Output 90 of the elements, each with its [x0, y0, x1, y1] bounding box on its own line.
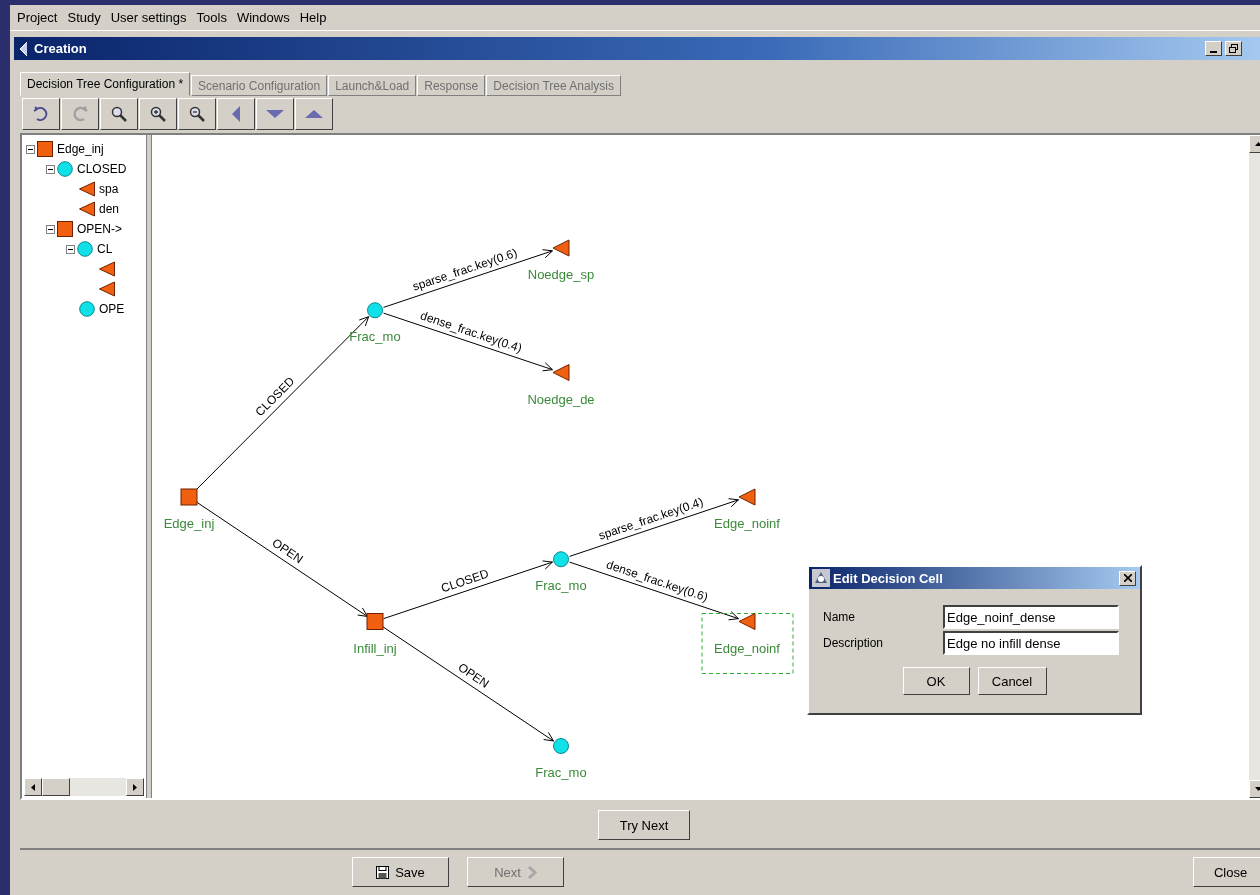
- search-icon: [110, 105, 128, 123]
- menu-item[interactable]: Windows: [231, 10, 295, 25]
- window-title: Creation: [34, 41, 88, 56]
- zoom-out-button[interactable]: [178, 98, 216, 130]
- collapse-toggle[interactable]: [46, 164, 55, 174]
- left-button[interactable]: [217, 98, 255, 130]
- try-next-button[interactable]: Try Next: [598, 810, 690, 840]
- minus-icon: [68, 248, 73, 250]
- down-arrow-icon: [1254, 787, 1260, 791]
- app-icon: [812, 569, 830, 587]
- zoom-in-icon: [149, 105, 167, 123]
- square-node-icon: [57, 221, 73, 237]
- minus-icon: [48, 168, 53, 170]
- collapse-toggle[interactable]: [26, 144, 35, 154]
- circle-node-icon: [77, 241, 93, 257]
- tree-item-label[interactable]: spa: [99, 182, 119, 196]
- redo-icon: [71, 105, 89, 123]
- minimize-icon: [1210, 50, 1217, 53]
- end-node[interactable]: [552, 364, 570, 381]
- field-label: Name: [823, 610, 856, 624]
- chance-node[interactable]: [553, 738, 569, 754]
- node-label: Infill_inj: [353, 640, 397, 656]
- chance-node[interactable]: [367, 302, 383, 319]
- close-button[interactable]: [1119, 570, 1136, 586]
- search-button[interactable]: [100, 98, 138, 130]
- triangle-node-icon: [99, 261, 115, 277]
- close-button[interactable]: Close: [1193, 857, 1260, 887]
- text-field[interactable]: Edge_noinf_dense: [943, 605, 1119, 629]
- ok-button[interactable]: OK: [902, 667, 970, 695]
- node-label: Noedge_sp: [527, 267, 595, 282]
- floppy-icon: [376, 865, 390, 879]
- tree-item-label[interactable]: OPEN->: [77, 222, 122, 236]
- node-label: Noedge_de: [527, 391, 595, 407]
- undo-button[interactable]: [22, 98, 60, 130]
- zoom-in-button[interactable]: [139, 98, 177, 130]
- node-label: Edge_noinf: [714, 640, 780, 656]
- node-label: Edge_inj: [163, 516, 215, 531]
- menu-item[interactable]: Tools: [191, 10, 232, 25]
- right-arrow-icon: [133, 783, 137, 791]
- tree-item-label[interactable]: OPE: [99, 302, 125, 316]
- node-label: Frac_mo: [349, 329, 401, 345]
- left-triangle-icon: [231, 106, 241, 122]
- restore-button[interactable]: [1225, 41, 1242, 56]
- tab[interactable]: Decision Tree Configuration *: [20, 72, 191, 96]
- up-triangle-icon: [305, 109, 323, 119]
- collapse-toggle[interactable]: [66, 244, 75, 254]
- decision-node[interactable]: [366, 613, 384, 630]
- node-label: Frac_mo: [535, 578, 587, 594]
- dialog-title: Edit Decision Cell: [833, 570, 944, 586]
- minus-icon: [28, 148, 33, 150]
- text-field[interactable]: Edge no infill dense: [943, 631, 1119, 655]
- field-label: Description: [823, 636, 885, 650]
- undo-icon: [32, 105, 50, 123]
- menu-item[interactable]: Project: [12, 10, 63, 25]
- horizontal-scrollbar[interactable]: [24, 778, 144, 796]
- restore-icon: [1229, 44, 1238, 53]
- tree-item-label[interactable]: CL: [97, 242, 113, 256]
- tree-item-label[interactable]: den: [99, 202, 120, 216]
- triangle-node-icon: [79, 181, 95, 197]
- end-node[interactable]: [552, 239, 570, 257]
- minus-icon: [48, 228, 53, 230]
- menu-item[interactable]: Help: [294, 10, 332, 25]
- collapse-arrow-icon[interactable]: [18, 40, 28, 57]
- chance-node[interactable]: [553, 551, 569, 568]
- up-arrow-icon: [1254, 142, 1260, 146]
- zoom-out-icon: [188, 105, 206, 123]
- end-node[interactable]: [738, 488, 756, 506]
- node-label: Frac_mo: [535, 765, 587, 780]
- tree-item-label[interactable]: Edge_inj: [57, 142, 104, 156]
- chevron-right-icon: [526, 865, 537, 879]
- node-label: Edge_noinf: [714, 516, 780, 531]
- down-button[interactable]: [256, 98, 294, 130]
- cancel-button[interactable]: Cancel: [977, 667, 1047, 695]
- tree-item-label[interactable]: CLOSED: [77, 162, 127, 176]
- menu-item[interactable]: User settings: [105, 10, 192, 25]
- decision-node[interactable]: [180, 488, 198, 506]
- triangle-node-icon: [79, 201, 95, 217]
- up-button[interactable]: [295, 98, 333, 130]
- left-arrow-icon: [31, 783, 35, 791]
- circle-node-icon: [79, 301, 95, 317]
- menu-item[interactable]: Study: [62, 10, 106, 25]
- minimize-button[interactable]: [1205, 41, 1222, 56]
- end-node[interactable]: [738, 613, 756, 630]
- square-node-icon: [37, 141, 53, 157]
- collapse-toggle[interactable]: [46, 224, 55, 234]
- circle-node-icon: [57, 161, 73, 177]
- triangle-node-icon: [99, 281, 115, 297]
- save-button[interactable]: Save: [352, 857, 449, 887]
- close-icon: [1123, 574, 1132, 582]
- down-triangle-icon: [266, 109, 284, 119]
